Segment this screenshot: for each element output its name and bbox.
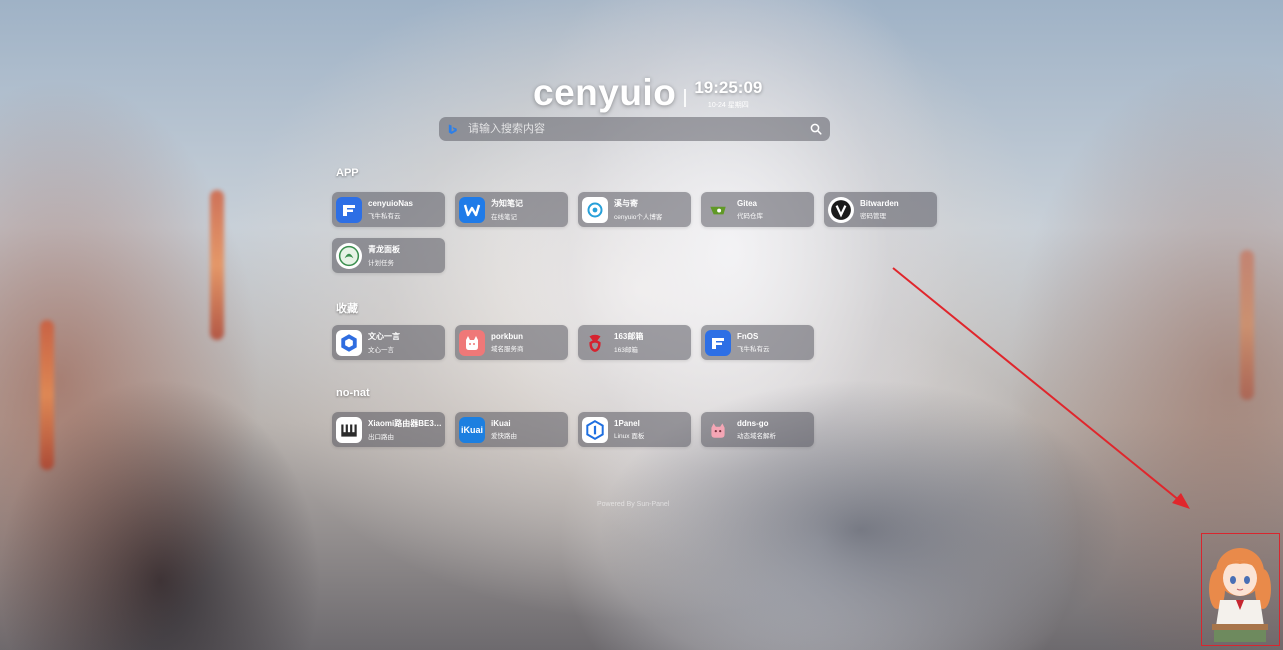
card-title: 1Panel (614, 419, 640, 428)
wenxin-icon (336, 329, 362, 356)
card-title: porkbun (491, 332, 523, 341)
group-title-app: APP (336, 167, 359, 179)
nonat-card-ddns-go[interactable]: ddns-go 动态域名解析 (701, 412, 814, 447)
bitwarden-icon (828, 196, 854, 223)
clock: 19:25:09 10-24 星期四 (694, 78, 762, 110)
card-title: 163邮箱 (614, 332, 644, 341)
header: cenyuio 19:25:09 10-24 星期四 (533, 72, 762, 114)
card-title: ddns-go (737, 419, 769, 428)
1panel-icon (582, 416, 608, 443)
favorite-card-wenxin[interactable]: 文心一言 文心一言 (332, 325, 445, 360)
card-desc: 代码仓库 (737, 213, 763, 220)
card-desc: 163邮箱 (614, 347, 638, 354)
background-lantern (210, 190, 224, 340)
ikuai-icon: iKuai (459, 416, 485, 443)
card-title: Gitea (737, 199, 758, 208)
card-desc: 计划任务 (368, 260, 394, 267)
card-desc: 爱快路由 (491, 433, 517, 440)
bing-icon[interactable] (447, 123, 458, 135)
footer-powered-by: Powered By Sun-Panel (597, 501, 670, 508)
nonat-card-xiaomi-router[interactable]: Xiaomi路由器BE3600 出口路由 (332, 412, 445, 447)
card-desc: 文心一言 (368, 347, 394, 354)
card-title: 青龙面板 (368, 245, 400, 254)
favorite-card-fnos[interactable]: FnOS 飞牛私有云 (701, 325, 814, 360)
background-lantern (40, 320, 54, 470)
search-icon[interactable] (810, 123, 822, 135)
card-desc: Linux 面板 (614, 433, 645, 440)
qinglong-icon (336, 242, 362, 269)
nonat-card-1panel[interactable]: 1Panel Linux 面板 (578, 412, 691, 447)
card-desc: 出口路由 (368, 434, 394, 441)
ddns-go-icon (705, 417, 731, 443)
porkbun-icon (459, 329, 485, 356)
app-card-wiznote[interactable]: 为知笔记 在线笔记 (455, 192, 568, 227)
app-card-blog[interactable]: 溪与寄 cenyuio个人博客 (578, 192, 691, 227)
mascot-widget[interactable] (1201, 533, 1280, 646)
mail163-icon (582, 330, 608, 356)
card-title: 为知笔记 (491, 199, 523, 208)
blog-icon (582, 196, 608, 223)
card-desc: 飞牛私有云 (368, 213, 401, 220)
card-title: FnOS (737, 332, 759, 341)
search-bar[interactable] (439, 117, 830, 141)
card-desc: 在线笔记 (491, 214, 517, 221)
card-title: 文心一言 (368, 332, 400, 341)
clock-time: 19:25:09 (694, 78, 763, 97)
card-title: 溪与寄 (614, 199, 638, 208)
group-title-favorites: 收藏 (336, 303, 358, 315)
app-card-cenyuionas[interactable]: cenyuioNas 飞牛私有云 (332, 192, 445, 227)
fnos-icon (705, 329, 731, 356)
anime-girl-mascot-icon (1209, 548, 1271, 642)
fnos-icon (336, 196, 362, 223)
nonat-card-ikuai[interactable]: iKuai iKuai 爱快路由 (455, 412, 568, 447)
gitea-icon (705, 197, 731, 223)
favorite-card-163mail[interactable]: 163邮箱 163邮箱 (578, 325, 691, 360)
card-desc: 动态域名解析 (737, 433, 776, 440)
card-title: Xiaomi路由器BE3600 (368, 419, 444, 428)
card-desc: 飞牛私有云 (737, 346, 770, 353)
favorite-card-porkbun[interactable]: porkbun 域名服务商 (455, 325, 568, 360)
card-title: cenyuioNas (368, 199, 413, 208)
site-title: cenyuio (533, 72, 677, 113)
card-desc: 域名服务商 (491, 346, 524, 353)
background-lantern (1240, 250, 1254, 400)
clock-date: 10-24 星期四 (707, 102, 749, 109)
wiznote-icon (459, 196, 485, 223)
xiaomi-router-icon (336, 416, 362, 443)
search-input[interactable] (466, 122, 810, 136)
background-illustration-shadow (600, 360, 1120, 650)
card-desc: 密码管理 (860, 213, 886, 220)
card-title: Bitwarden (860, 199, 899, 208)
group-title-no-nat: no-nat (336, 387, 370, 399)
card-title: iKuai (491, 419, 511, 428)
app-card-bitwarden[interactable]: Bitwarden 密码管理 (824, 192, 937, 227)
app-card-gitea[interactable]: Gitea 代码仓库 (701, 192, 814, 227)
card-desc: cenyuio个人博客 (614, 214, 663, 221)
header-divider (684, 89, 687, 107)
app-card-qinglong[interactable]: 青龙面板 计划任务 (332, 238, 445, 273)
